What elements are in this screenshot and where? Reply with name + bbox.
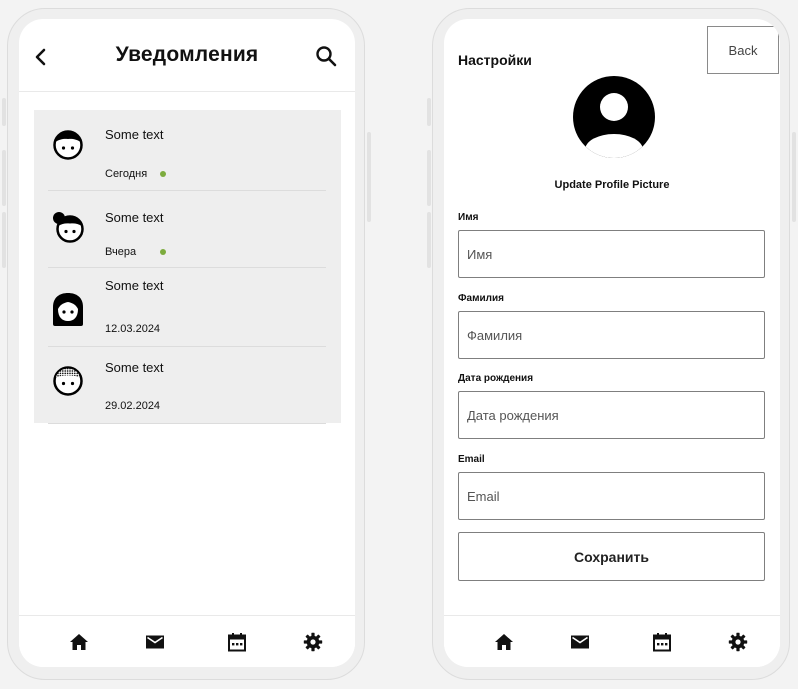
- notification-date: 29.02.2024: [105, 400, 161, 412]
- first-name-label: Имя: [458, 212, 479, 223]
- birth-date-input[interactable]: [458, 391, 765, 439]
- home-icon[interactable]: [69, 632, 89, 652]
- phone-settings: Настройки Back Update Profile Picture Им…: [432, 8, 790, 680]
- notification-date: 12.03.2024: [105, 323, 161, 335]
- notification-item[interactable]: Some text Сегодня: [48, 110, 326, 191]
- bottom-nav: [19, 615, 355, 667]
- mail-icon[interactable]: [570, 632, 590, 652]
- bottom-nav: [444, 615, 780, 667]
- notification-item[interactable]: Some text 29.02.2024: [48, 346, 326, 424]
- notification-item[interactable]: Some text Вчера: [48, 190, 326, 268]
- settings-screen: Настройки Back Update Profile Picture Им…: [444, 19, 780, 667]
- last-name-input[interactable]: [458, 311, 765, 359]
- settings-gear-icon[interactable]: [303, 632, 323, 652]
- notifications-screen: Уведомления Some text Сегодня Some text …: [19, 19, 355, 667]
- phone-side-button: [2, 212, 6, 268]
- notification-text: Some text: [105, 127, 164, 142]
- page-title: Настройки: [458, 52, 532, 68]
- phone-notifications: Уведомления Some text Сегодня Some text …: [7, 8, 365, 680]
- save-button[interactable]: Сохранить: [458, 532, 765, 581]
- page-title: Уведомления: [115, 43, 259, 66]
- birth-date-label: Дата рождения: [458, 373, 534, 384]
- update-profile-picture-link[interactable]: Update Profile Picture: [444, 179, 780, 191]
- top-bar: Уведомления: [19, 19, 355, 92]
- settings-gear-icon[interactable]: [728, 632, 748, 652]
- boy-face-icon: [53, 130, 83, 160]
- phone-side-button: [2, 98, 6, 126]
- email-input[interactable]: [458, 472, 765, 520]
- girl-bun-face-icon: [53, 212, 84, 243]
- back-button[interactable]: Back: [707, 26, 779, 74]
- profile-avatar-icon[interactable]: [573, 76, 655, 158]
- notification-text: Some text: [105, 210, 164, 225]
- email-label: Email: [458, 454, 485, 465]
- phone-side-button: [427, 150, 431, 206]
- phone-side-button: [367, 132, 371, 222]
- woman-long-hair-icon: [53, 293, 83, 326]
- mail-icon[interactable]: [145, 632, 165, 652]
- calendar-icon[interactable]: [227, 632, 247, 652]
- last-name-label: Фамилия: [458, 293, 504, 304]
- notification-text: Some text: [105, 360, 164, 375]
- home-icon[interactable]: [494, 632, 514, 652]
- notification-list: Some text Сегодня Some text Вчера Some t…: [34, 110, 341, 424]
- first-name-input[interactable]: [458, 230, 765, 278]
- notification-item[interactable]: Some text 12.03.2024: [48, 267, 326, 347]
- notification-date: Вчера: [105, 246, 137, 258]
- notification-date: Сегодня: [105, 168, 148, 180]
- phone-side-button: [427, 212, 431, 268]
- phone-side-button: [427, 98, 431, 126]
- phone-side-button: [2, 150, 6, 206]
- unread-dot: [160, 171, 166, 177]
- notification-text: Some text: [105, 278, 164, 293]
- baby-face-icon: [53, 366, 83, 396]
- calendar-icon[interactable]: [652, 632, 672, 652]
- phone-side-button: [792, 132, 796, 222]
- search-icon[interactable]: [315, 45, 337, 67]
- unread-dot: [160, 249, 166, 255]
